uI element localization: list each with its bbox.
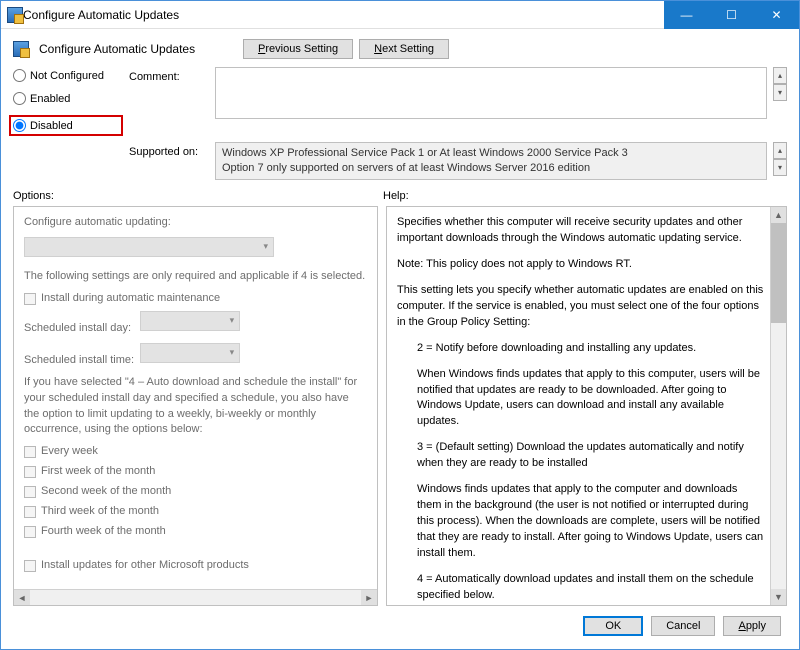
scheduled-day-select[interactable] bbox=[140, 311, 240, 331]
scheduled-time-label: Scheduled install time: bbox=[24, 354, 134, 366]
options-label: Options: bbox=[13, 190, 383, 202]
window-controls: — ☐ ✕ bbox=[664, 1, 799, 29]
state-radio-group: Not Configured Enabled Disabled bbox=[13, 67, 123, 136]
scroll-thumb[interactable] bbox=[771, 223, 786, 323]
help-label: Help: bbox=[383, 190, 409, 202]
comment-textbox[interactable] bbox=[215, 67, 767, 119]
section-labels: Options: Help: bbox=[1, 186, 799, 206]
week-every-checkbox[interactable]: Every week bbox=[24, 444, 367, 460]
help-vertical-scrollbar[interactable]: ▲ ▼ bbox=[770, 207, 786, 605]
setting-name: Configure Automatic Updates bbox=[39, 42, 195, 56]
help-text: 4 = Automatically download updates and i… bbox=[397, 572, 764, 604]
header: Configure Automatic Updates Previous Set… bbox=[1, 29, 799, 67]
scheduled-day-row: Scheduled install day: bbox=[24, 311, 367, 337]
gpo-icon bbox=[13, 41, 29, 57]
cancel-button[interactable]: Cancel bbox=[651, 616, 715, 636]
radio-disabled[interactable]: Disabled bbox=[9, 115, 123, 136]
dialog-footer: OK Cancel Apply bbox=[1, 606, 799, 636]
help-text: When Windows finds updates that apply to… bbox=[397, 367, 764, 431]
window-title: Configure Automatic Updates bbox=[23, 8, 664, 22]
radio-enabled[interactable]: Enabled bbox=[13, 92, 123, 105]
supported-spinner[interactable]: ▴▾ bbox=[773, 142, 787, 176]
help-text: This setting lets you specify whether au… bbox=[397, 283, 764, 331]
options-pane: Configure automatic updating: The follow… bbox=[13, 206, 378, 606]
supported-label: Supported on: bbox=[129, 142, 209, 158]
comment-label: Comment: bbox=[129, 67, 209, 83]
minimize-button[interactable]: — bbox=[664, 1, 709, 29]
note-if-4: The following settings are only required… bbox=[24, 269, 367, 285]
next-setting-button[interactable]: Next Setting bbox=[359, 39, 449, 59]
week-first-checkbox[interactable]: First week of the month bbox=[24, 464, 367, 480]
apply-button[interactable]: Apply bbox=[723, 616, 781, 636]
scheduled-day-label: Scheduled install day: bbox=[24, 322, 131, 334]
help-text: 3 = (Default setting) Download the updat… bbox=[397, 440, 764, 472]
gpo-icon bbox=[7, 7, 23, 23]
scroll-right-icon[interactable]: ► bbox=[361, 590, 377, 605]
scheduled-time-select[interactable] bbox=[140, 343, 240, 363]
week-fourth-checkbox[interactable]: Fourth week of the month bbox=[24, 524, 367, 540]
top-config-grid: Not Configured Enabled Disabled Comment:… bbox=[1, 67, 799, 186]
configure-updating-label: Configure automatic updating: bbox=[24, 215, 367, 231]
help-text: 2 = Notify before downloading and instal… bbox=[397, 341, 764, 357]
help-pane: Specifies whether this computer will rec… bbox=[386, 206, 787, 606]
comment-spinner[interactable]: ▴▾ bbox=[773, 67, 787, 101]
close-button[interactable]: ✕ bbox=[754, 1, 799, 29]
scheduled-time-row: Scheduled install time: bbox=[24, 343, 367, 369]
supported-on-text: Windows XP Professional Service Pack 1 o… bbox=[215, 142, 767, 180]
schedule-note: If you have selected "4 – Auto download … bbox=[24, 375, 367, 439]
scroll-up-icon[interactable]: ▲ bbox=[771, 207, 786, 223]
install-during-maintenance-checkbox[interactable]: Install during automatic maintenance bbox=[24, 291, 367, 307]
radio-not-configured[interactable]: Not Configured bbox=[13, 69, 123, 82]
maximize-button[interactable]: ☐ bbox=[709, 1, 754, 29]
scroll-down-icon[interactable]: ▼ bbox=[771, 589, 786, 605]
week-second-checkbox[interactable]: Second week of the month bbox=[24, 484, 367, 500]
help-text: Note: This policy does not apply to Wind… bbox=[397, 257, 764, 273]
options-horizontal-scrollbar[interactable]: ◄ ► bbox=[14, 589, 377, 605]
other-ms-products-checkbox[interactable]: Install updates for other Microsoft prod… bbox=[24, 558, 367, 574]
previous-setting-button[interactable]: Previous Setting bbox=[243, 39, 353, 59]
configure-updating-select[interactable] bbox=[24, 237, 274, 257]
help-text: Windows finds updates that apply to the … bbox=[397, 482, 764, 562]
titlebar: Configure Automatic Updates — ☐ ✕ bbox=[1, 1, 799, 29]
body-panes: Configure automatic updating: The follow… bbox=[1, 206, 799, 606]
help-text: Specifies whether this computer will rec… bbox=[397, 215, 764, 247]
week-third-checkbox[interactable]: Third week of the month bbox=[24, 504, 367, 520]
scroll-left-icon[interactable]: ◄ bbox=[14, 590, 30, 605]
ok-button[interactable]: OK bbox=[583, 616, 643, 636]
